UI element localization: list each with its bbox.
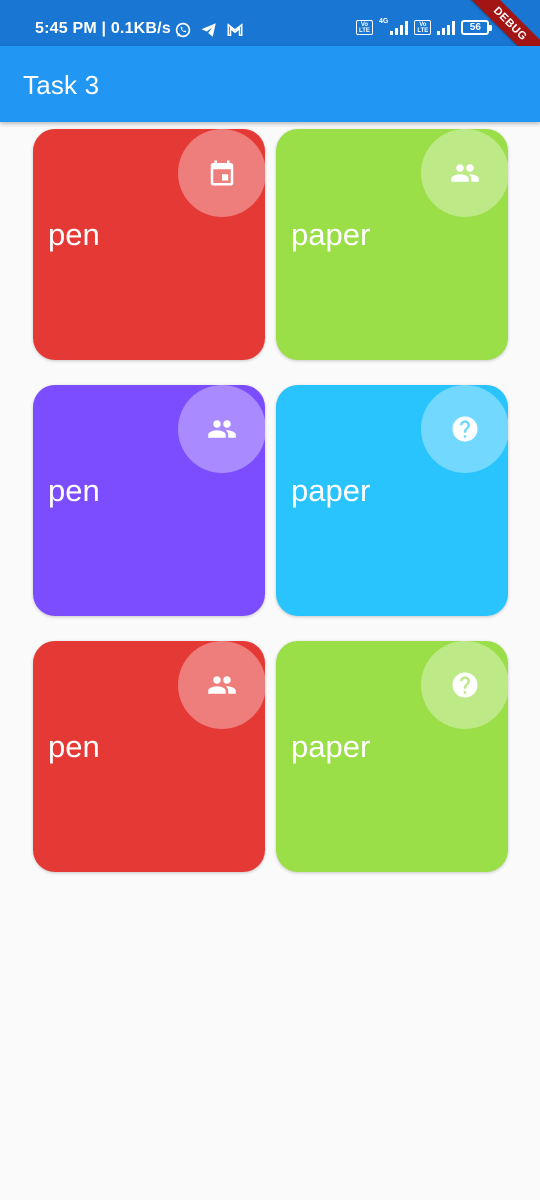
card-grid: pen paper pen paper pen paper [33, 129, 508, 872]
card-label: paper [291, 217, 371, 252]
card-icon-badge [421, 129, 508, 217]
page-title: Task 3 [23, 70, 100, 100]
people-icon [208, 676, 236, 694]
volte-icon-2: Vo LTE [414, 20, 432, 35]
people-icon [208, 420, 236, 438]
card-icon-badge [178, 385, 265, 473]
card-label: paper [291, 729, 371, 764]
telegram-icon [201, 23, 216, 37]
calendar-icon [210, 160, 234, 186]
system-status-icons: Vo LTE 4G Vo LTE 56 [356, 18, 493, 35]
help-icon [452, 672, 478, 698]
people-icon [451, 164, 479, 182]
card-icon-badge [178, 641, 265, 729]
card[interactable]: paper [276, 641, 508, 872]
card[interactable]: pen [33, 641, 265, 872]
card[interactable]: paper [276, 129, 508, 360]
volte-icon: Vo LTE [356, 20, 373, 35]
card-label: pen [48, 473, 100, 508]
help-icon [452, 416, 478, 442]
signal-strength-icon [390, 20, 409, 35]
card[interactable]: pen [33, 385, 265, 616]
card-label: pen [48, 729, 100, 764]
notification-icons [174, 21, 244, 39]
whatsapp-icon [175, 22, 191, 38]
battery-icon: 56 [461, 20, 493, 35]
card-label: paper [291, 473, 371, 508]
network-type-label: 4G [379, 18, 389, 25]
app-bar: Task 3 [0, 46, 540, 122]
card-icon-badge [421, 385, 508, 473]
card[interactable]: pen [33, 129, 265, 360]
status-bar: 5:45 PM | 0.1KB/s Vo LTE 4G Vo LTE 56 DEBU… [0, 0, 540, 74]
card[interactable]: paper [276, 385, 508, 616]
card-label: pen [48, 217, 100, 252]
gmail-icon [227, 23, 243, 36]
status-time: 5:45 PM | 0.1KB/s [35, 20, 171, 37]
signal-strength-icon-2 [437, 20, 456, 35]
card-icon-badge [178, 129, 265, 217]
card-icon-badge [421, 641, 508, 729]
